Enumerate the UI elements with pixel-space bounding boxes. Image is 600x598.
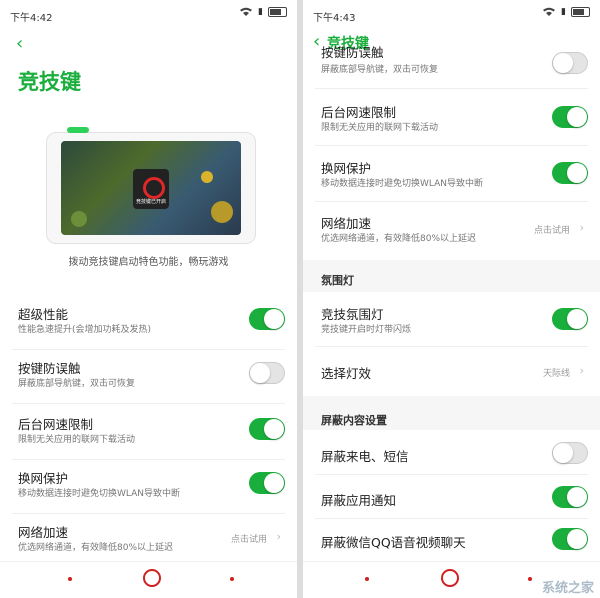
setting-label: 后台网速限制 (321, 105, 397, 120)
setting-label: 按键防误触 (18, 361, 81, 376)
logo-icon (143, 177, 165, 199)
setting-label: 换网保护 (321, 161, 372, 176)
toggle-switch[interactable] (249, 418, 285, 440)
setting-sub: 竞技键开启时灯带闪烁 (321, 325, 412, 335)
status-bar: 下午4:42 ▮ (0, 0, 297, 28)
setting-row[interactable]: 换网保护 移动数据连接时避免切换WLAN导致中断 (315, 148, 588, 202)
back-icon[interactable]: ‹ (16, 33, 23, 54)
status-time: 下午4:42 (10, 13, 53, 24)
setting-label: 屏蔽应用通知 (321, 493, 397, 508)
chevron-right-icon: › (579, 221, 584, 234)
status-time: 下午4:43 (313, 13, 356, 24)
setting-sub: 限制无关应用的联网下载活动 (18, 435, 136, 445)
chevron-right-icon: › (276, 530, 281, 543)
toggle-switch[interactable] (552, 106, 588, 128)
navigation-bar: 系统之家 (303, 561, 600, 598)
toggle-switch[interactable] (249, 362, 285, 384)
setting-value: 点击试用 (533, 226, 570, 236)
setting-label: 屏蔽微信QQ语音视频聊天 (321, 535, 466, 550)
accent-key (67, 127, 89, 133)
game-screen-image: 竞技键已开启 (61, 141, 241, 235)
page-title: 竞技键 (18, 70, 81, 94)
setting-row[interactable]: 超级性能 性能急速提升(会增加功耗及发热) (12, 296, 285, 350)
nav-menu-dot[interactable] (365, 577, 369, 581)
setting-row[interactable]: 后台网速限制 限制无关应用的联网下载活动 (12, 406, 285, 460)
setting-value: 点击试用 (230, 535, 267, 545)
setting-row[interactable]: 网络加速 优选网络通道，有效降低80%以上延迟 点击试用 › (12, 516, 285, 560)
setting-label: 按键防误触 (321, 45, 384, 60)
setting-sub: 屏蔽底部导航键，双击可恢复 (18, 379, 136, 389)
toggle-switch[interactable] (552, 486, 588, 508)
nav-back-dot[interactable] (230, 577, 234, 581)
setting-sub: 优选网络通道，有效降低80%以上延迟 (321, 234, 477, 244)
setting-sub: 移动数据连接时避免切换WLAN导致中断 (18, 489, 181, 499)
overlay-badge: 竞技键已开启 (133, 169, 169, 209)
left-screen: 下午4:42 ▮ ‹ 竞技键 竞技键已开启 拨动竞技键启动特色功能，畅玩游戏 超… (0, 0, 297, 598)
hero-caption: 拨动竞技键启动特色功能，畅玩游戏 (68, 257, 229, 268)
setting-value: 天际线 (542, 369, 570, 379)
setting-label: 后台网速限制 (18, 417, 94, 432)
setting-row[interactable]: 换网保护 移动数据连接时避免切换WLAN导致中断 (12, 460, 285, 514)
status-icons: ▮ (239, 7, 287, 17)
setting-sub: 优选网络通道，有效降低80%以上延迟 (18, 543, 174, 553)
setting-label: 换网保护 (18, 471, 69, 486)
setting-row[interactable]: 按键防误触 屏蔽底部导航键，双击可恢复 (315, 45, 588, 89)
chevron-right-icon: › (579, 364, 584, 377)
toggle-switch[interactable] (552, 52, 588, 74)
wifi-icon (543, 7, 556, 16)
setting-row[interactable]: 屏蔽来电、短信 (315, 432, 588, 475)
setting-row[interactable]: 按键防误触 屏蔽底部导航键，双击可恢复 (12, 350, 285, 404)
nav-back-dot[interactable] (528, 577, 532, 581)
screen-caption: 竞技键已开启 (135, 199, 166, 205)
setting-label: 超级性能 (18, 307, 69, 322)
section-header: 氛围灯 (303, 260, 600, 292)
setting-row[interactable]: 竞技氛围灯 竞技键开启时灯带闪烁 (315, 294, 588, 347)
setting-row[interactable]: 后台网速限制 限制无关应用的联网下载活动 (315, 92, 588, 146)
battery-icon (571, 7, 590, 17)
toggle-switch[interactable] (552, 308, 588, 330)
hero-illustration: 竞技键已开启 (46, 127, 256, 244)
signal-icon: ▮ (561, 7, 566, 17)
toggle-switch[interactable] (552, 162, 588, 184)
home-circle-icon[interactable] (143, 569, 161, 587)
watermark: 系统之家 (541, 581, 594, 596)
section-header: 屏蔽内容设置 (303, 396, 600, 430)
battery-icon (268, 7, 287, 17)
setting-sub: 限制无关应用的联网下载活动 (321, 123, 439, 133)
setting-row[interactable]: 网络加速 优选网络通道，有效降低80%以上延迟 点击试用 › (315, 203, 588, 258)
setting-row[interactable]: 屏蔽应用通知 (315, 476, 588, 519)
setting-label: 竞技氛围灯 (321, 307, 384, 322)
right-screen: 下午4:43 ▮ ‹ 竞技键 按键防误触 屏蔽底部导航键，双击可恢复 后台网速限… (303, 0, 600, 598)
section-title: 氛围灯 (321, 274, 354, 287)
setting-label: 网络加速 (321, 216, 372, 231)
setting-label: 选择灯效 (321, 366, 372, 381)
status-bar: 下午4:43 ▮ (303, 0, 600, 28)
toggle-switch[interactable] (552, 528, 588, 550)
home-circle-icon[interactable] (441, 569, 459, 587)
toggle-switch[interactable] (249, 308, 285, 330)
toggle-switch[interactable] (552, 442, 588, 464)
nav-menu-dot[interactable] (68, 577, 72, 581)
section-title: 屏蔽内容设置 (321, 414, 387, 427)
wifi-icon (240, 7, 253, 16)
setting-row[interactable]: 屏蔽微信QQ语音视频聊天 (315, 520, 588, 560)
setting-row[interactable]: 选择灯效 天际线 › (315, 348, 588, 392)
navigation-bar (0, 561, 297, 598)
setting-sub: 屏蔽底部导航键，双击可恢复 (321, 65, 439, 75)
toggle-switch[interactable] (249, 472, 285, 494)
setting-sub: 性能急速提升(会增加功耗及发热) (18, 325, 152, 335)
status-icons: ▮ (542, 7, 590, 17)
setting-label: 网络加速 (18, 525, 69, 540)
signal-icon: ▮ (258, 7, 263, 17)
setting-sub: 移动数据连接时避免切换WLAN导致中断 (321, 179, 484, 189)
setting-label: 屏蔽来电、短信 (321, 449, 409, 464)
